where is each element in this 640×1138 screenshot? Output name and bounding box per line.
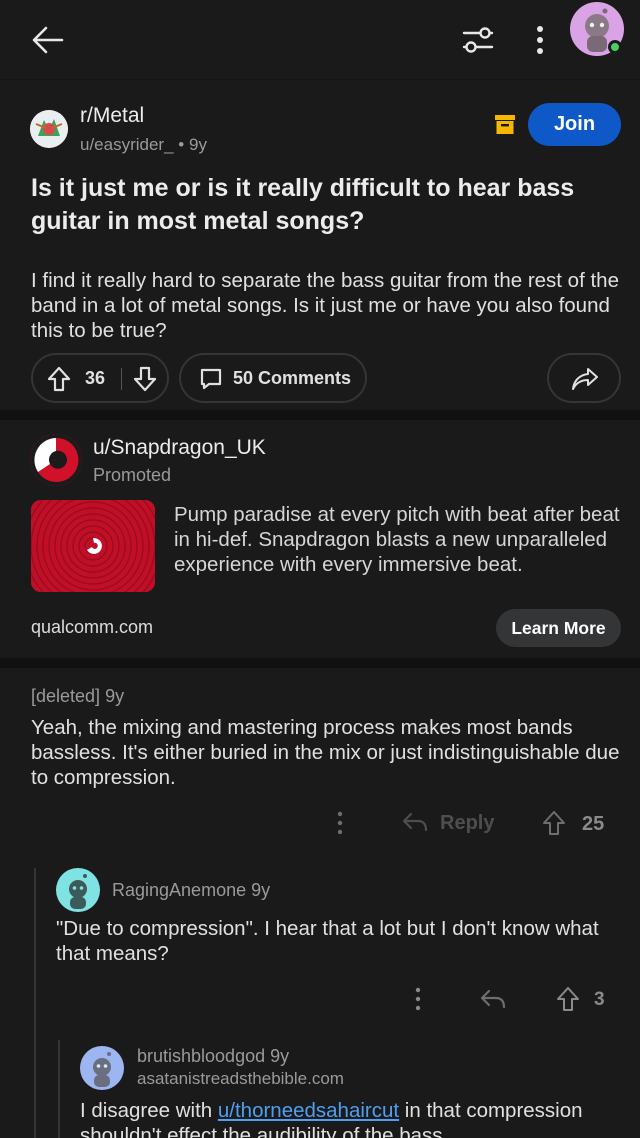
post-separator [0, 410, 640, 420]
comment-author[interactable]: RagingAnemone [112, 880, 246, 900]
avatar[interactable] [80, 1046, 124, 1090]
thread-line[interactable] [58, 1040, 60, 1138]
post-meta: u/easyrider_ • 9y [80, 135, 207, 155]
comment-meta: brutishbloodgod 9y [137, 1046, 289, 1067]
post-author[interactable]: u/easyrider_ [80, 135, 174, 154]
comment-meta: [deleted] 9y [31, 686, 124, 707]
filter-button[interactable] [458, 20, 498, 60]
post-body: I find it really hard to separate the ba… [31, 269, 619, 342]
promoted-ad[interactable]: u/Snapdragon_UK Promoted Pump paradise a… [0, 420, 640, 658]
comment-more-button[interactable] [408, 986, 428, 1012]
comment-age: 9y [270, 1046, 290, 1066]
snapdragon-logo-icon [30, 434, 82, 486]
post: r/Metal u/easyrider_ • 9y Join Is it jus… [0, 80, 640, 410]
arrow-up-icon [543, 811, 565, 835]
advertiser-logo[interactable] [30, 434, 82, 486]
downvote-button[interactable] [133, 366, 157, 392]
comment-age: 9y [105, 686, 125, 706]
comment-body: "Due to compression". I hear that a lot … [56, 917, 599, 965]
arrow-up-icon [47, 366, 71, 392]
reply-arrow-icon[interactable] [480, 988, 506, 1010]
comment-upvote-button[interactable] [556, 986, 580, 1012]
join-button[interactable]: Join [528, 103, 621, 146]
share-arrow-icon [571, 367, 599, 391]
comment-body: Yeah, the mixing and mastering process m… [31, 716, 620, 789]
comment-author: [deleted] [31, 686, 101, 706]
promoted-label: Promoted [93, 465, 172, 485]
archive-icon [495, 113, 515, 135]
upvote-button[interactable] [47, 366, 71, 392]
subreddit-name[interactable]: r/Metal [80, 104, 144, 128]
comment-upvote-button[interactable] [542, 810, 566, 836]
reply-button[interactable]: Reply [440, 812, 494, 835]
vertical-dots-icon [537, 26, 543, 54]
ad-domain[interactable]: qualcomm.com [31, 617, 153, 638]
comment-text: I disagree with [80, 1099, 218, 1122]
learn-more-button[interactable]: Learn More [496, 609, 621, 647]
comment-body: I disagree with u/thorneedsahaircut in t… [80, 1098, 620, 1138]
vote-score: 36 [85, 368, 106, 388]
comment-age: 9y [251, 880, 271, 900]
user-flair: asatanistreadsthebible.com [137, 1069, 344, 1088]
arrow-left-icon [32, 26, 64, 54]
advertiser-name[interactable]: u/Snapdragon_UK [93, 436, 266, 460]
arrow-up-icon [557, 987, 579, 1011]
avatar[interactable] [56, 868, 100, 912]
snoo-avatar-icon [93, 1052, 111, 1087]
comment-score: 3 [594, 989, 605, 1010]
comments-button[interactable]: 50 Comments [179, 353, 367, 403]
comment-score: 25 [582, 813, 605, 835]
ad-image [31, 500, 155, 592]
top-bar [0, 0, 640, 80]
screen: r/Metal u/easyrider_ • 9y Join Is it jus… [0, 0, 640, 1138]
comment-more-button[interactable] [330, 810, 350, 836]
vote-control: 36 [31, 353, 169, 403]
comments-count-label: 50 Comments [233, 368, 352, 388]
ad-text: Pump paradise at every pitch with beat a… [174, 503, 620, 576]
more-options-button[interactable] [522, 20, 558, 60]
thread-line[interactable] [34, 868, 36, 1138]
post-age: 9y [188, 135, 207, 154]
vote-divider [121, 368, 122, 390]
post-title[interactable]: Is it just me or is it really difficult … [31, 172, 621, 238]
comment-author[interactable]: brutishbloodgod [137, 1046, 265, 1066]
subreddit-logo-icon [30, 110, 68, 148]
speech-bubble-icon [199, 367, 223, 391]
vertical-dots-icon [337, 811, 343, 835]
vertical-dots-icon [415, 987, 421, 1011]
arrow-down-icon [133, 366, 157, 392]
meta-separator: • [178, 135, 189, 154]
ad-separator [0, 658, 640, 668]
snoo-avatar-icon [69, 874, 87, 909]
online-status-dot [608, 40, 622, 54]
reply-arrow-icon[interactable] [402, 811, 428, 833]
share-button[interactable] [547, 353, 621, 403]
sliders-icon [462, 27, 494, 53]
back-button[interactable] [28, 20, 68, 60]
subreddit-icon[interactable] [30, 110, 68, 148]
ad-thumbnail[interactable] [31, 500, 155, 592]
comment-meta: RagingAnemone 9y [112, 880, 270, 901]
user-mention-link[interactable]: u/thorneedsahaircut [218, 1099, 399, 1122]
